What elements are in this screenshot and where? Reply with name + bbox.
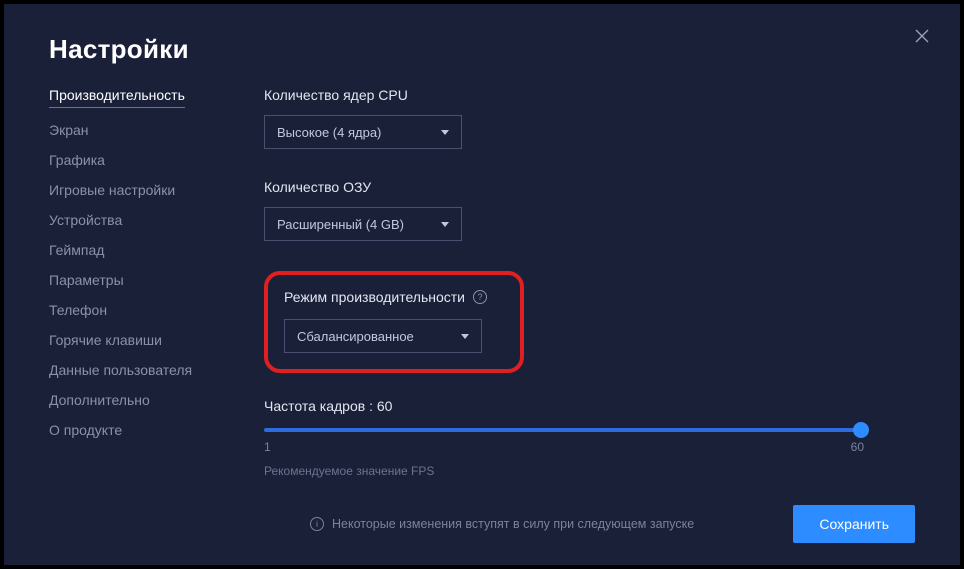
sidebar-item-screen[interactable]: Экран bbox=[49, 122, 209, 138]
chevron-down-icon bbox=[441, 130, 449, 135]
fps-slider-thumb[interactable] bbox=[853, 422, 869, 438]
sidebar-item-advanced[interactable]: Дополнительно bbox=[49, 392, 209, 408]
chevron-down-icon bbox=[441, 222, 449, 227]
perf-mode-select[interactable]: Сбалансированное bbox=[284, 319, 482, 353]
sidebar-item-gamepad[interactable]: Геймпад bbox=[49, 242, 209, 258]
fps-label: Частота кадров : 60 bbox=[264, 398, 915, 414]
sidebar-item-graphics[interactable]: Графика bbox=[49, 152, 209, 168]
fps-min: 1 bbox=[264, 440, 271, 454]
sidebar-item-game-settings[interactable]: Игровые настройки bbox=[49, 182, 209, 198]
content-panel: Количество ядер CPU Высокое (4 ядра) Кол… bbox=[264, 87, 915, 498]
save-button[interactable]: Сохранить bbox=[793, 505, 915, 543]
perf-mode-value: Сбалансированное bbox=[297, 329, 414, 344]
close-icon bbox=[915, 29, 929, 43]
fps-max: 60 bbox=[851, 440, 864, 454]
performance-mode-highlight: Режим производительности ? Сбалансирован… bbox=[264, 271, 524, 373]
sidebar-item-parameters[interactable]: Параметры bbox=[49, 272, 209, 288]
sidebar-item-performance[interactable]: Производительность bbox=[49, 87, 185, 108]
fps-slider[interactable] bbox=[264, 428, 864, 432]
fps-note: Рекомендуемое значение FPS bbox=[264, 464, 915, 478]
cpu-cores-value: Высокое (4 ядра) bbox=[277, 125, 381, 140]
chevron-down-icon bbox=[461, 334, 469, 339]
sidebar-item-about[interactable]: О продукте bbox=[49, 422, 209, 438]
close-button[interactable] bbox=[912, 26, 932, 46]
ram-label: Количество ОЗУ bbox=[264, 179, 915, 195]
footer: i Некоторые изменения вступят в силу при… bbox=[310, 505, 915, 543]
sidebar-item-devices[interactable]: Устройства bbox=[49, 212, 209, 228]
cpu-cores-label: Количество ядер CPU bbox=[264, 87, 915, 103]
help-icon[interactable]: ? bbox=[473, 290, 487, 304]
sidebar-item-phone[interactable]: Телефон bbox=[49, 302, 209, 318]
perf-mode-label: Режим производительности bbox=[284, 289, 465, 305]
settings-window: Настройки Производительность Экран Графи… bbox=[4, 4, 960, 565]
ram-value: Расширенный (4 GB) bbox=[277, 217, 404, 232]
restart-note: Некоторые изменения вступят в силу при с… bbox=[332, 517, 694, 531]
sidebar-item-hotkeys[interactable]: Горячие клавиши bbox=[49, 332, 209, 348]
page-title: Настройки bbox=[49, 34, 915, 65]
cpu-cores-select[interactable]: Высокое (4 ядра) bbox=[264, 115, 462, 149]
sidebar: Производительность Экран Графика Игровые… bbox=[49, 87, 209, 498]
sidebar-item-userdata[interactable]: Данные пользователя bbox=[49, 362, 209, 378]
ram-select[interactable]: Расширенный (4 GB) bbox=[264, 207, 462, 241]
info-icon: i bbox=[310, 517, 324, 531]
